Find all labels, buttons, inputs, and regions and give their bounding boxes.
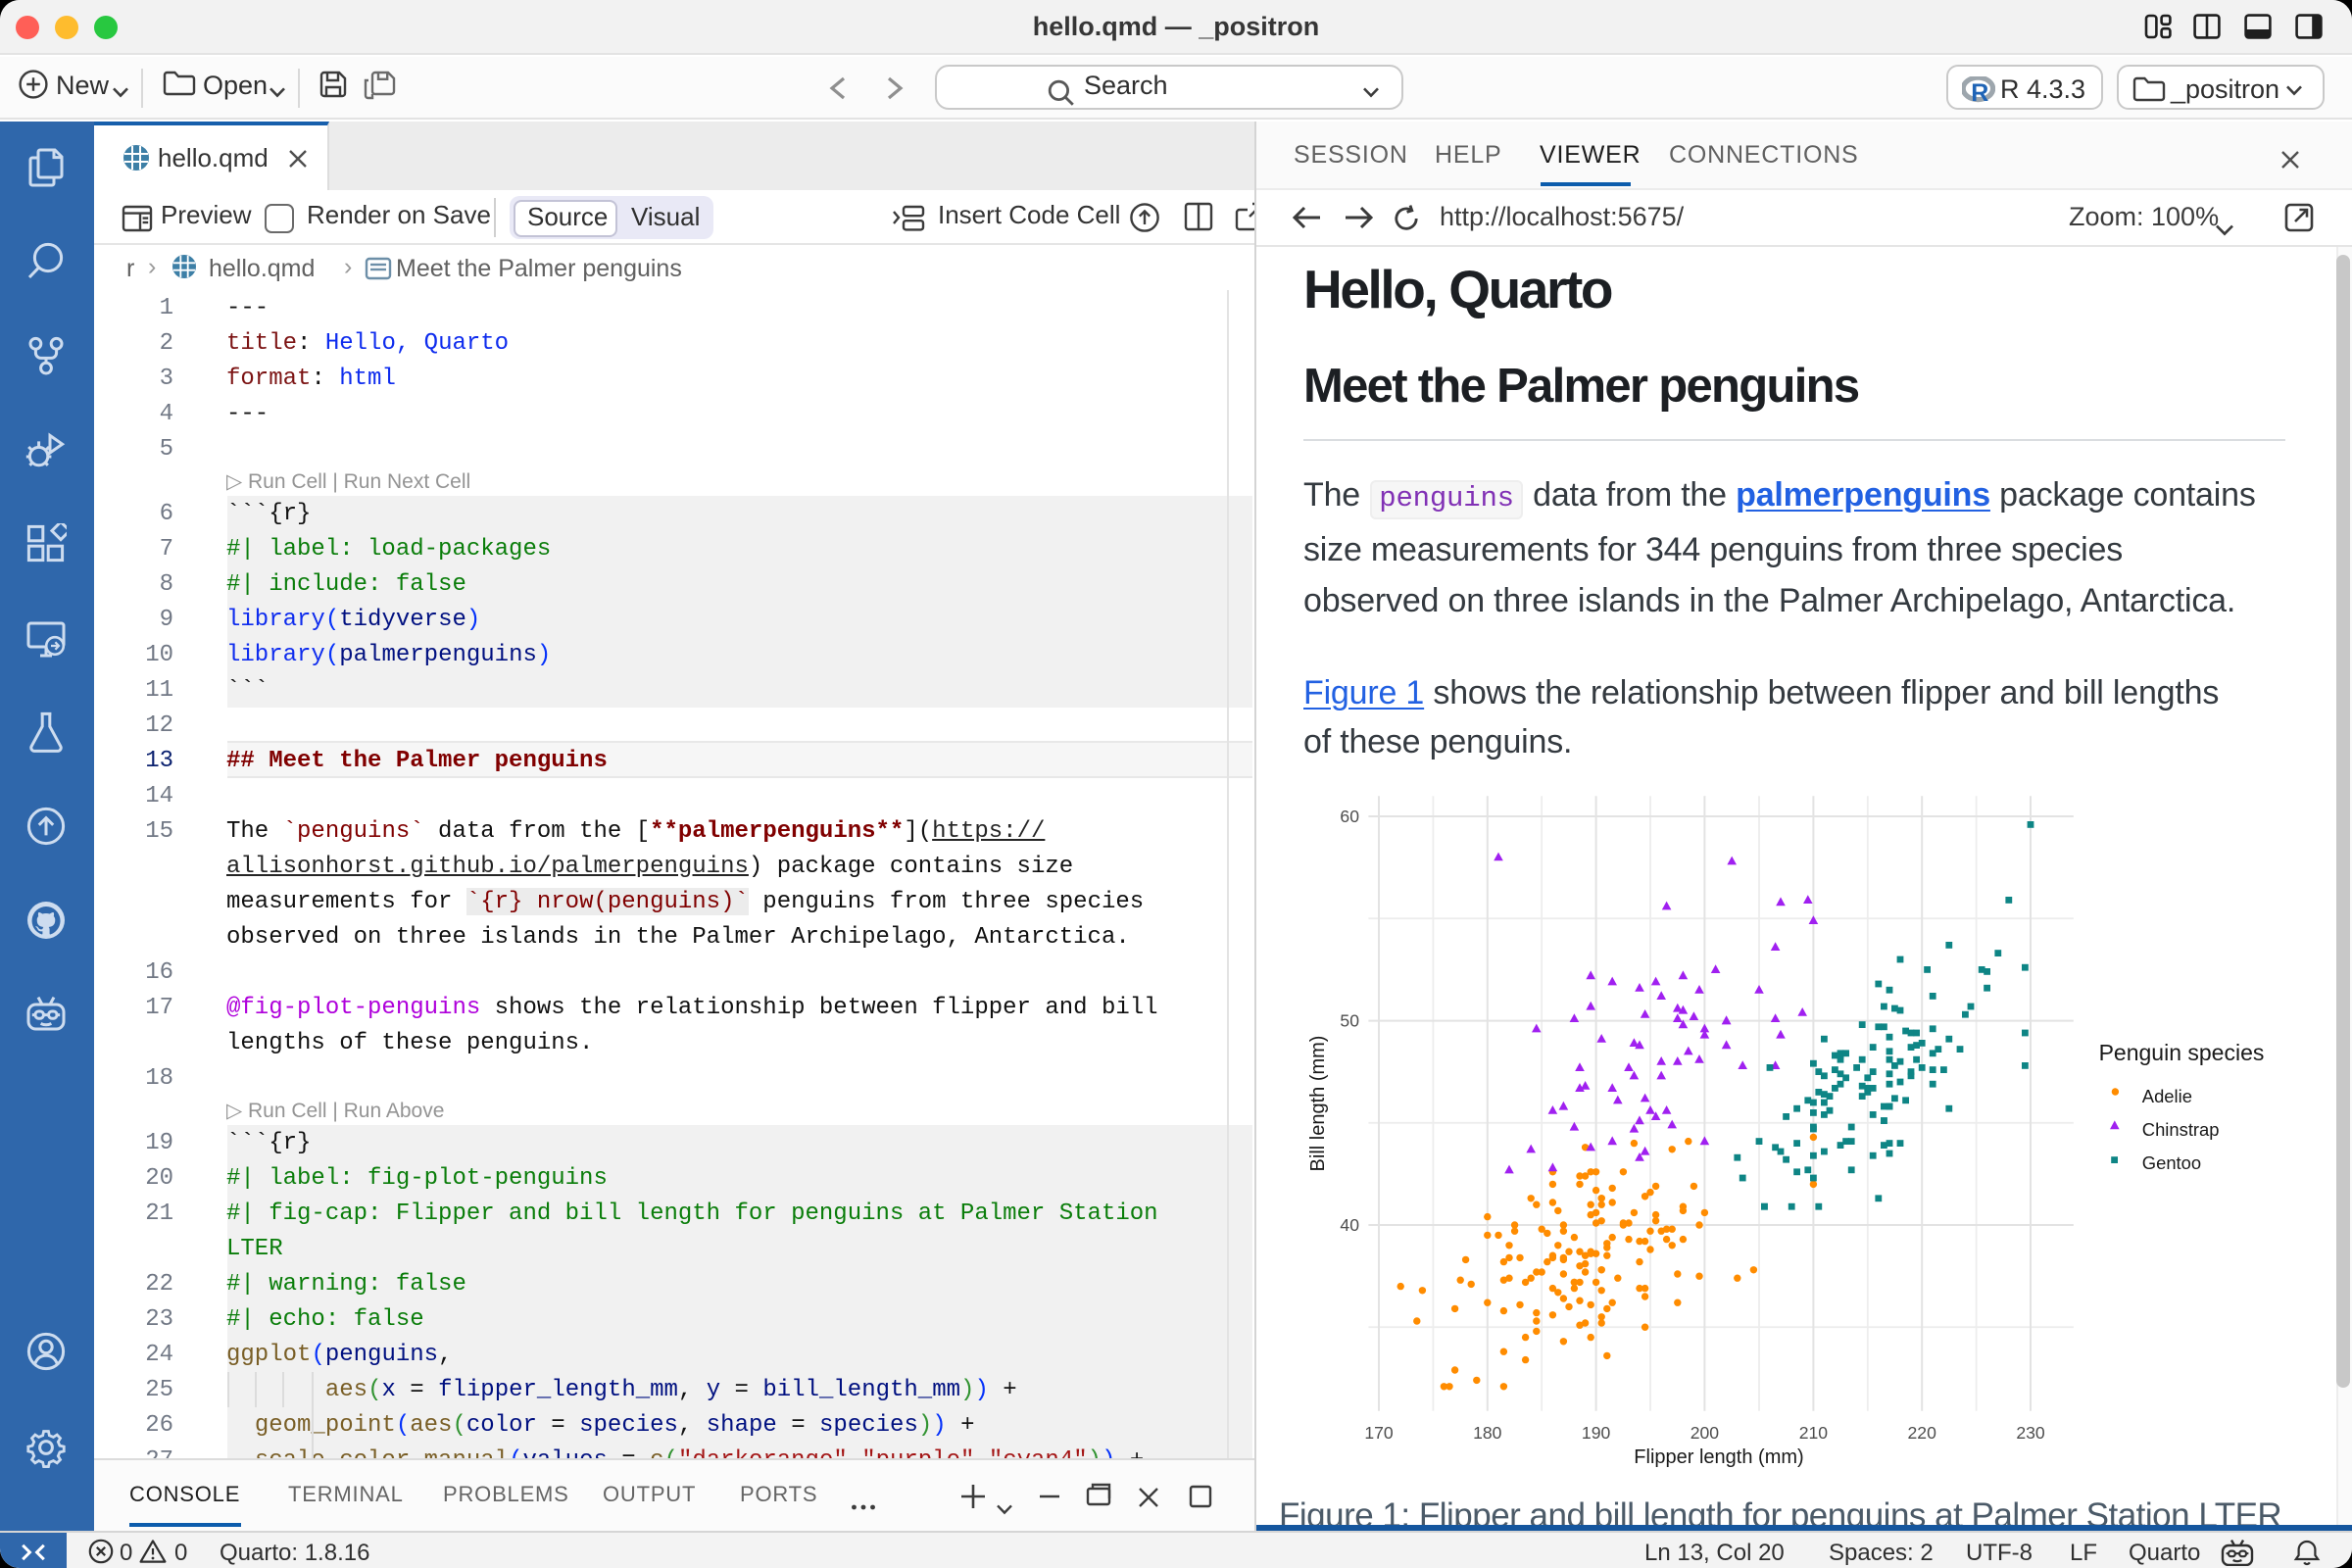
svg-text:Penguin species: Penguin species bbox=[2098, 1040, 2264, 1065]
svg-text:50: 50 bbox=[1339, 1011, 1358, 1031]
svg-text:Bill length (mm): Bill length (mm) bbox=[1306, 1036, 1328, 1172]
svg-text:180: 180 bbox=[1472, 1423, 1501, 1443]
svg-text:220: 220 bbox=[1907, 1423, 1936, 1443]
svg-text:R: R bbox=[1970, 78, 1987, 103]
svg-text:60: 60 bbox=[1339, 807, 1358, 826]
svg-text:Flipper length (mm): Flipper length (mm) bbox=[1633, 1446, 1802, 1468]
svg-text:210: 210 bbox=[1798, 1423, 1828, 1443]
svg-text:40: 40 bbox=[1339, 1215, 1358, 1235]
svg-text:190: 190 bbox=[1581, 1423, 1610, 1443]
svg-text:Adelie: Adelie bbox=[2141, 1086, 2191, 1106]
svg-text:230: 230 bbox=[2015, 1423, 2044, 1443]
svg-text:Gentoo: Gentoo bbox=[2141, 1152, 2200, 1173]
svg-text:200: 200 bbox=[1690, 1423, 1719, 1443]
svg-text:Chinstrap: Chinstrap bbox=[2141, 1119, 2219, 1140]
svg-text:170: 170 bbox=[1363, 1423, 1393, 1443]
